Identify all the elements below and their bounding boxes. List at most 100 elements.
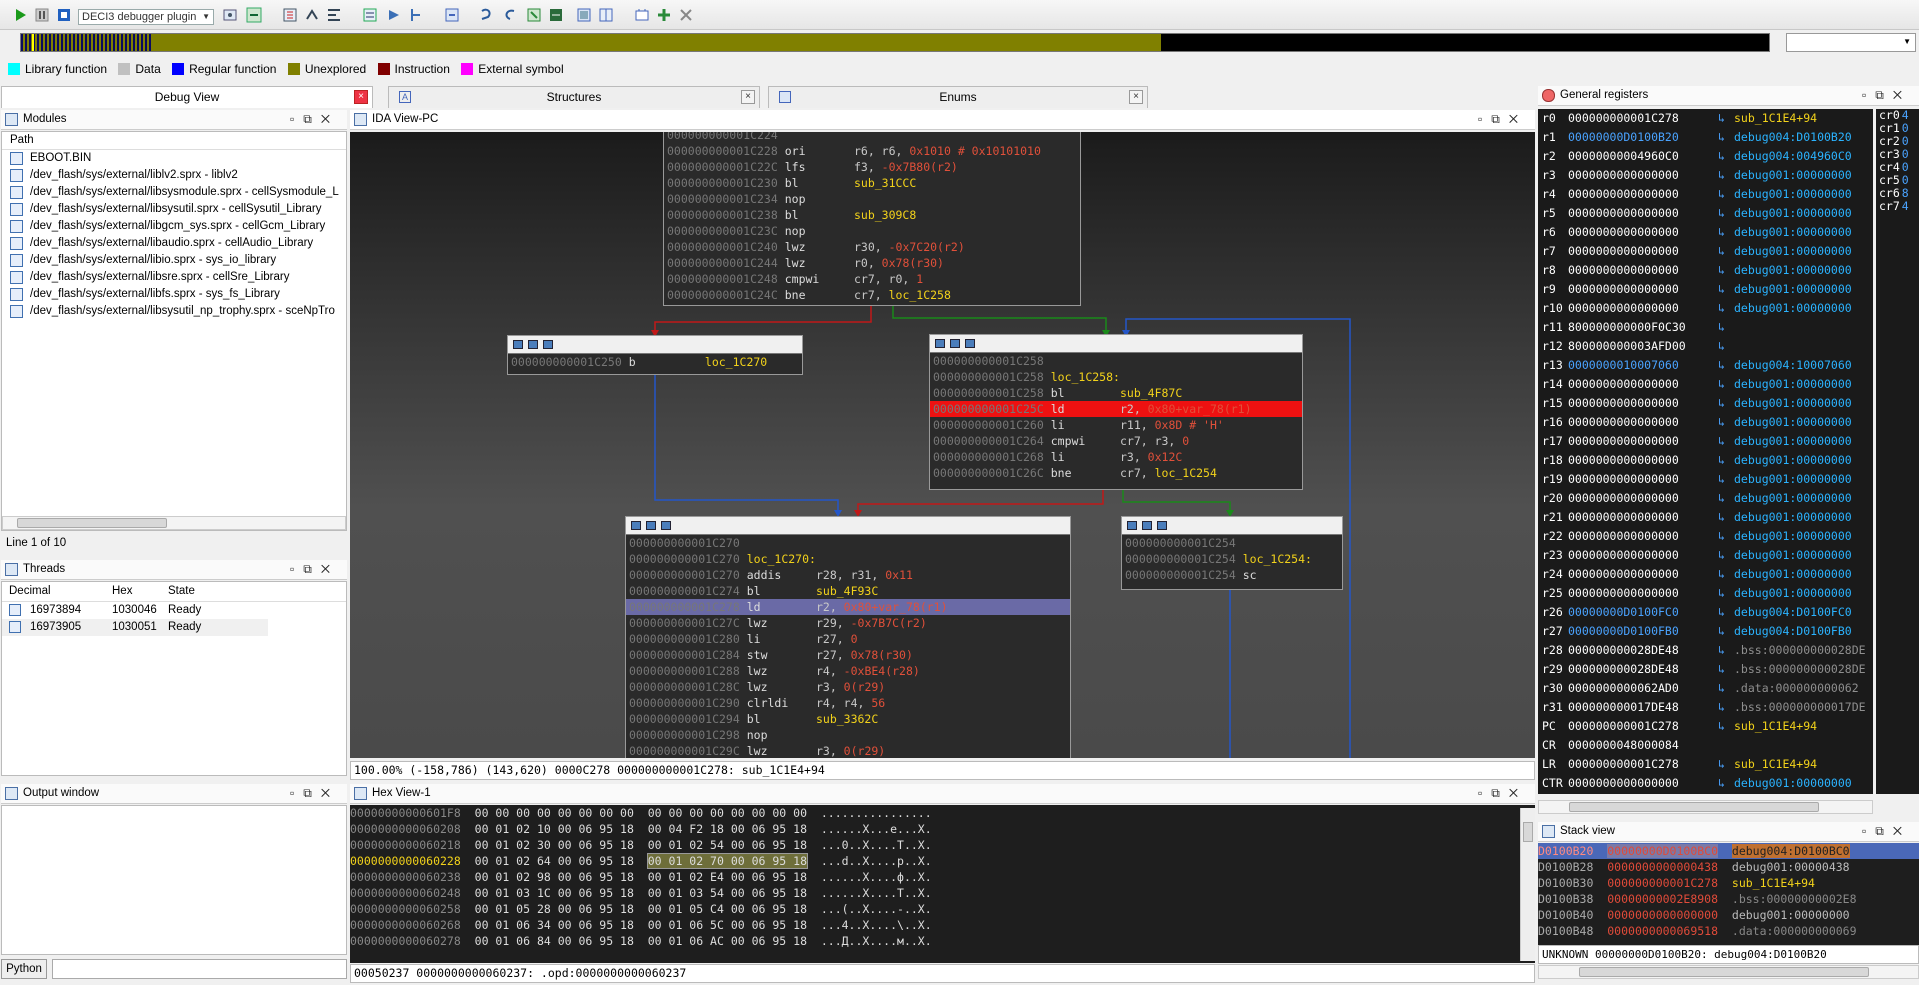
register-row[interactable]: r230000000000000000↳debug001:00000000	[1538, 546, 1873, 565]
code-line[interactable]: 000000000001C274 bl sub_4F93C	[626, 583, 1070, 599]
step-over-icon[interactable]	[304, 7, 320, 23]
code-line[interactable]: 000000000001C258	[930, 353, 1302, 369]
code-line[interactable]: 000000000001C284 stw r27, 0x78(r30)	[626, 647, 1070, 663]
layout-icon[interactable]	[598, 7, 614, 23]
code-line[interactable]: 000000000001C290 clrldi r4, r4, 56	[626, 695, 1070, 711]
code-line[interactable]: 000000000001C278 ld r2, 0x80+var_78(r1)	[626, 599, 1070, 615]
navigation-band[interactable]	[20, 33, 1770, 52]
window-buttons[interactable]: ▫⧉✕	[1862, 86, 1911, 105]
code-line[interactable]: 000000000001C264 cmpwi cr7, r3, 0	[930, 433, 1302, 449]
register-row[interactable]: r80000000000000000↳debug001:00000000	[1538, 261, 1873, 280]
command-input[interactable]	[52, 959, 347, 979]
window-buttons[interactable]: ▫⧉✕	[1862, 822, 1911, 841]
register-row[interactable]: r130000000010007060↳debug004:10007060	[1538, 356, 1873, 375]
code-line[interactable]: 000000000001C254 loc_1C254:	[1122, 551, 1342, 567]
hex-row[interactable]: 0000000000060248 00 01 03 1C 00 06 95 18…	[350, 885, 1535, 901]
register-row[interactable]: r150000000000000000↳debug001:00000000	[1538, 394, 1873, 413]
register-row[interactable]: r29000000000028DE48↳.bss:000000000028DE	[1538, 660, 1873, 679]
close-icon[interactable]: ×	[1129, 90, 1143, 104]
register-row[interactable]: r210000000000000000↳debug001:00000000	[1538, 508, 1873, 527]
code-line[interactable]: 000000000001C240 lwz r30, -0x7C20(r2)	[664, 239, 1080, 255]
register-row[interactable]: r0000000000001C278↳sub_1C1E4+94	[1538, 109, 1873, 128]
scrollbar-thumb[interactable]	[1569, 802, 1819, 812]
list-item[interactable]: /dev_flash/sys/external/libfs.sprx - sys…	[2, 286, 346, 303]
hex-row[interactable]: 0000000000060258 00 01 05 28 00 06 95 18…	[350, 901, 1535, 917]
code-line[interactable]: 000000000001C254 sc	[1122, 567, 1342, 583]
stack-row[interactable]: D0100B40 0000000000000000 debug001:00000…	[1538, 907, 1919, 923]
graph-view-icon[interactable]	[526, 7, 542, 23]
column-header-state[interactable]: State	[168, 582, 195, 601]
register-row[interactable]: r180000000000000000↳debug001:00000000	[1538, 451, 1873, 470]
register-row[interactable]: r300000000000062AD0↳.data:000000000062	[1538, 679, 1873, 698]
code-line[interactable]: 000000000001C224	[664, 132, 1080, 143]
register-row[interactable]: CR0000000048000084↳	[1538, 736, 1873, 755]
debugger-select[interactable]: DECI3 debugger plugin▼	[78, 9, 214, 25]
window-buttons[interactable]: ▫⧉✕	[1478, 110, 1527, 129]
list-item[interactable]: /dev_flash/sys/external/libsysutil.sprx …	[2, 201, 346, 218]
code-line[interactable]: 000000000001C24C bne cr7, loc_1C258	[664, 287, 1080, 303]
hex-row[interactable]: 0000000000060268 00 01 06 34 00 06 95 18…	[350, 917, 1535, 933]
column-header-decimal[interactable]: Decimal	[9, 582, 51, 601]
register-row[interactable]: r50000000000000000↳debug001:00000000	[1538, 204, 1873, 223]
register-row[interactable]: r28000000000028DE48↳.bss:000000000028DE	[1538, 641, 1873, 660]
code-line[interactable]: 000000000001C270 addis r28, r31, 0x11	[626, 567, 1070, 583]
register-row[interactable]: r250000000000000000↳debug001:00000000	[1538, 584, 1873, 603]
scrollbar-thumb[interactable]	[1579, 967, 1869, 977]
code-line[interactable]: 000000000001C248 cmpwi cr7, r0, 1	[664, 271, 1080, 287]
tab-enums[interactable]: Enums×	[768, 86, 1148, 108]
code-line[interactable]: 000000000001C298 nop	[626, 727, 1070, 743]
graph-node[interactable]: 000000000001C250 b loc_1C270	[507, 335, 803, 375]
trace-func-icon[interactable]	[408, 7, 424, 23]
code-jump-icon[interactable]	[444, 7, 460, 23]
hex-row[interactable]: 0000000000060228 00 01 02 64 00 06 95 18…	[350, 853, 1535, 869]
register-row[interactable]: r140000000000000000↳debug001:00000000	[1538, 375, 1873, 394]
window-buttons[interactable]: ▫⧉✕	[290, 110, 339, 129]
register-row[interactable]: r30000000000000000↳debug001:00000000	[1538, 166, 1873, 185]
horizontal-scrollbar[interactable]	[1538, 800, 1873, 814]
list-item[interactable]: /dev_flash/sys/external/libsre.sprx - ce…	[2, 269, 346, 286]
register-row[interactable]: r2600000000D0100FC0↳debug004:D0100FC0	[1538, 603, 1873, 622]
delete-watch-icon[interactable]	[678, 7, 694, 23]
register-row[interactable]: r190000000000000000↳debug001:00000000	[1538, 470, 1873, 489]
column-header-path[interactable]: Path	[2, 132, 346, 150]
register-row[interactable]: r90000000000000000↳debug001:00000000	[1538, 280, 1873, 299]
register-row[interactable]: r170000000000000000↳debug001:00000000	[1538, 432, 1873, 451]
code-line[interactable]: 000000000001C27C lwz r29, -0x7B7C(r2)	[626, 615, 1070, 631]
register-row[interactable]: r220000000000000000↳debug001:00000000	[1538, 527, 1873, 546]
table-row[interactable]: 16973905 1030051 Ready	[2, 619, 268, 636]
hex-row[interactable]: 00000000000601F8 00 00 00 00 00 00 00 00…	[350, 805, 1535, 821]
code-line[interactable]: 000000000001C234 nop	[664, 191, 1080, 207]
code-line[interactable]: 000000000001C258 bl sub_4F87C	[930, 385, 1302, 401]
code-line[interactable]: 000000000001C238 bl sub_309C8	[664, 207, 1080, 223]
hex-dump[interactable]: 00000000000601F8 00 00 00 00 00 00 00 00…	[350, 805, 1535, 963]
window-buttons[interactable]: ▫⧉✕	[290, 560, 339, 579]
code-line[interactable]: 000000000001C26C bne cr7, loc_1C254	[930, 465, 1302, 481]
code-line[interactable]: 000000000001C23C nop	[664, 223, 1080, 239]
breakpoint-list-icon[interactable]	[362, 7, 378, 23]
code-line[interactable]: 000000000001C254	[1122, 535, 1342, 551]
code-line[interactable]: 000000000001C270 loc_1C270:	[626, 551, 1070, 567]
output-area[interactable]	[1, 805, 347, 955]
sync-icon[interactable]	[478, 7, 494, 23]
windows-icon[interactable]	[576, 7, 592, 23]
register-row[interactable]: r11800000000000F0C30↳	[1538, 318, 1873, 337]
add-watch-icon[interactable]	[656, 7, 672, 23]
run-to-cursor-icon[interactable]	[326, 7, 342, 23]
register-row[interactable]: PC000000000001C278↳sub_1C1E4+94	[1538, 717, 1873, 736]
graph-node[interactable]: 000000000001C270 000000000001C270 loc_1C…	[625, 516, 1071, 758]
cr-row[interactable]: cr74	[1876, 200, 1919, 213]
cpu-icon[interactable]	[634, 7, 650, 23]
register-row[interactable]: r40000000000000000↳debug001:00000000	[1538, 185, 1873, 204]
code-line[interactable]: 000000000001C288 lwz r4, -0xBE4(r28)	[626, 663, 1070, 679]
register-row[interactable]: r2700000000D0100FB0↳debug004:D0100FB0	[1538, 622, 1873, 641]
stack-list[interactable]: D0100B20 00000000D0100BC0 debug004:D0100…	[1538, 843, 1919, 945]
list-item[interactable]: /dev_flash/sys/external/libaudio.sprx - …	[2, 235, 346, 252]
graph-canvas[interactable]: 000000000001C224 000000000001C228 ori r6…	[350, 132, 1535, 758]
code-line[interactable]: 000000000001C244 lwz r0, 0x78(r30)	[664, 255, 1080, 271]
list-item[interactable]: EBOOT.BIN	[2, 150, 346, 167]
close-icon[interactable]: ×	[741, 90, 755, 104]
code-line[interactable]: 000000000001C28C lwz r3, 0(r29)	[626, 679, 1070, 695]
list-item[interactable]: /dev_flash/sys/external/liblv2.sprx - li…	[2, 167, 346, 184]
list-item[interactable]: /dev_flash/sys/external/libsysmodule.spr…	[2, 184, 346, 201]
register-row[interactable]: r100000000D0100B20↳debug004:D0100B20	[1538, 128, 1873, 147]
